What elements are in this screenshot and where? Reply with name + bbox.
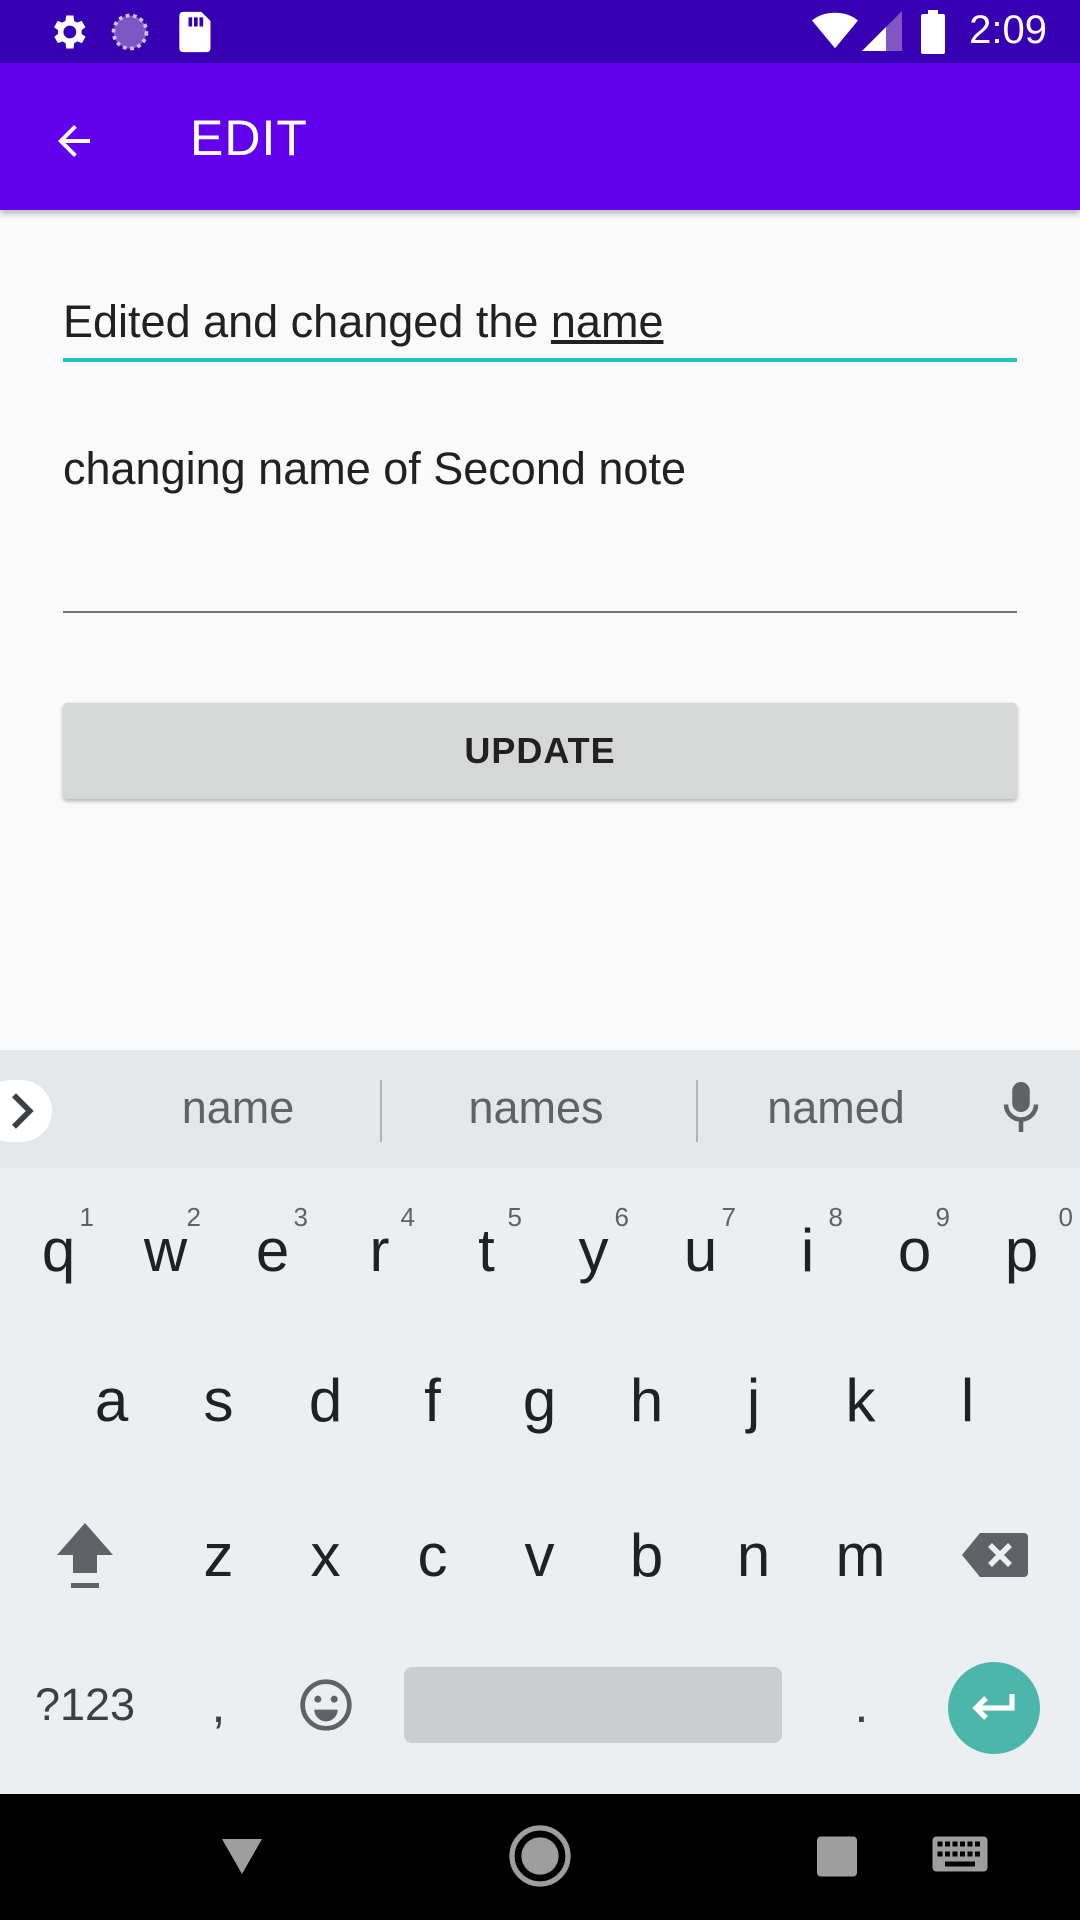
page-title: EDIT bbox=[190, 110, 308, 166]
expand-toolbar-button[interactable] bbox=[0, 1080, 52, 1142]
key-c[interactable]: c bbox=[379, 1495, 486, 1615]
nav-home-button[interactable] bbox=[508, 1824, 572, 1888]
key-h[interactable]: h bbox=[593, 1340, 700, 1460]
nav-back-button[interactable] bbox=[212, 1824, 272, 1884]
suggestion-divider bbox=[696, 1080, 698, 1142]
keyboard-switch-button[interactable] bbox=[930, 1824, 990, 1884]
key-b[interactable]: b bbox=[593, 1495, 700, 1615]
emoji-key[interactable] bbox=[272, 1645, 379, 1765]
comma-key[interactable]: , bbox=[165, 1645, 272, 1765]
app-bar: EDIT bbox=[0, 63, 1080, 210]
symbols-key[interactable]: ?123 bbox=[20, 1645, 150, 1765]
status-time: 2:09 bbox=[969, 8, 1047, 52]
key-z[interactable]: z bbox=[165, 1495, 272, 1615]
back-button[interactable] bbox=[38, 105, 110, 177]
recents-square-icon bbox=[817, 1836, 857, 1877]
key-label: y bbox=[578, 1216, 609, 1284]
key-label: w bbox=[143, 1216, 188, 1284]
note-title-value: Edited and changed the name bbox=[63, 292, 1017, 348]
note-title-input[interactable]: Edited and changed the name bbox=[63, 292, 1017, 362]
key-k[interactable]: k bbox=[807, 1340, 914, 1460]
note-body-value: changing name of Second note bbox=[63, 443, 686, 494]
note-title-text: Edited and changed the bbox=[63, 296, 551, 347]
keyboard-icon bbox=[932, 1836, 988, 1872]
key-y[interactable]: y6 bbox=[540, 1190, 647, 1310]
arrow-back-icon bbox=[58, 125, 90, 157]
key-label: e bbox=[255, 1216, 290, 1284]
key-m[interactable]: m bbox=[807, 1495, 914, 1615]
key-n[interactable]: n bbox=[700, 1495, 807, 1615]
key-e[interactable]: e3 bbox=[219, 1190, 326, 1310]
space-key[interactable] bbox=[404, 1667, 782, 1743]
key-hint: 6 bbox=[614, 1202, 629, 1232]
gear-icon bbox=[46, 10, 90, 59]
key-l[interactable]: l bbox=[914, 1340, 1021, 1460]
key-d[interactable]: d bbox=[272, 1340, 379, 1460]
key-q[interactable]: q1 bbox=[5, 1190, 112, 1310]
enter-icon bbox=[972, 1694, 1015, 1720]
key-hint: 9 bbox=[935, 1202, 950, 1232]
shift-key[interactable] bbox=[30, 1495, 140, 1615]
key-p[interactable]: p0 bbox=[968, 1190, 1075, 1310]
suggestion-1[interactable]: name bbox=[108, 1082, 368, 1134]
screen: 2:09 EDIT Edited and changed the name ch… bbox=[0, 0, 1080, 1920]
key-label: o bbox=[897, 1216, 932, 1284]
key-hint: 7 bbox=[721, 1202, 736, 1232]
nav-down-icon bbox=[222, 1839, 262, 1874]
delete-key[interactable] bbox=[940, 1495, 1050, 1615]
key-label: u bbox=[683, 1216, 718, 1284]
sd-card-icon bbox=[174, 10, 214, 59]
sync-icon bbox=[108, 10, 152, 59]
key-g[interactable]: g bbox=[486, 1340, 593, 1460]
key-hint: 0 bbox=[1058, 1202, 1073, 1232]
composing-word: name bbox=[550, 296, 664, 347]
key-hint: 3 bbox=[293, 1202, 308, 1232]
nav-recents-button[interactable] bbox=[812, 1824, 862, 1884]
enter-key[interactable] bbox=[948, 1662, 1040, 1754]
key-v[interactable]: v bbox=[486, 1495, 593, 1615]
key-hint: 8 bbox=[828, 1202, 843, 1232]
key-w[interactable]: w2 bbox=[112, 1190, 219, 1310]
signal-icon bbox=[862, 10, 902, 57]
key-label: q bbox=[41, 1216, 76, 1284]
chevron-right-icon bbox=[12, 1093, 34, 1129]
update-button[interactable]: UPDATE bbox=[63, 703, 1017, 799]
suggestion-2[interactable]: names bbox=[406, 1082, 666, 1134]
emoji-icon bbox=[299, 1679, 352, 1731]
period-key[interactable]: . bbox=[808, 1645, 915, 1765]
key-t[interactable]: t5 bbox=[433, 1190, 540, 1310]
suggestion-strip: name names named bbox=[0, 1050, 1080, 1168]
key-hint: 1 bbox=[79, 1202, 94, 1232]
battery-icon bbox=[920, 10, 946, 59]
suggestion-divider bbox=[380, 1080, 382, 1142]
key-hint: 4 bbox=[400, 1202, 415, 1232]
key-o[interactable]: o9 bbox=[861, 1190, 968, 1310]
key-j[interactable]: j bbox=[700, 1340, 807, 1460]
backspace-icon bbox=[962, 1533, 1028, 1577]
key-hint: 2 bbox=[186, 1202, 201, 1232]
note-body-input[interactable]: changing name of Second note bbox=[63, 437, 1017, 613]
key-s[interactable]: s bbox=[165, 1340, 272, 1460]
home-circle-icon bbox=[509, 1825, 571, 1887]
key-label: t bbox=[478, 1216, 495, 1284]
key-u[interactable]: u7 bbox=[647, 1190, 754, 1310]
key-label: p bbox=[1004, 1216, 1039, 1284]
key-f[interactable]: f bbox=[379, 1340, 486, 1460]
shift-icon bbox=[57, 1523, 113, 1588]
key-r[interactable]: r4 bbox=[326, 1190, 433, 1310]
key-a[interactable]: a bbox=[58, 1340, 165, 1460]
key-label: r bbox=[369, 1216, 390, 1284]
navigation-bar bbox=[0, 1794, 1080, 1920]
key-hint: 5 bbox=[507, 1202, 522, 1232]
wifi-icon bbox=[812, 10, 858, 57]
key-i[interactable]: i8 bbox=[754, 1190, 861, 1310]
status-bar: 2:09 bbox=[0, 0, 1080, 63]
suggestion-3[interactable]: named bbox=[706, 1082, 966, 1134]
microphone-icon[interactable] bbox=[1003, 1082, 1039, 1137]
key-label: i bbox=[800, 1216, 815, 1284]
key-x[interactable]: x bbox=[272, 1495, 379, 1615]
